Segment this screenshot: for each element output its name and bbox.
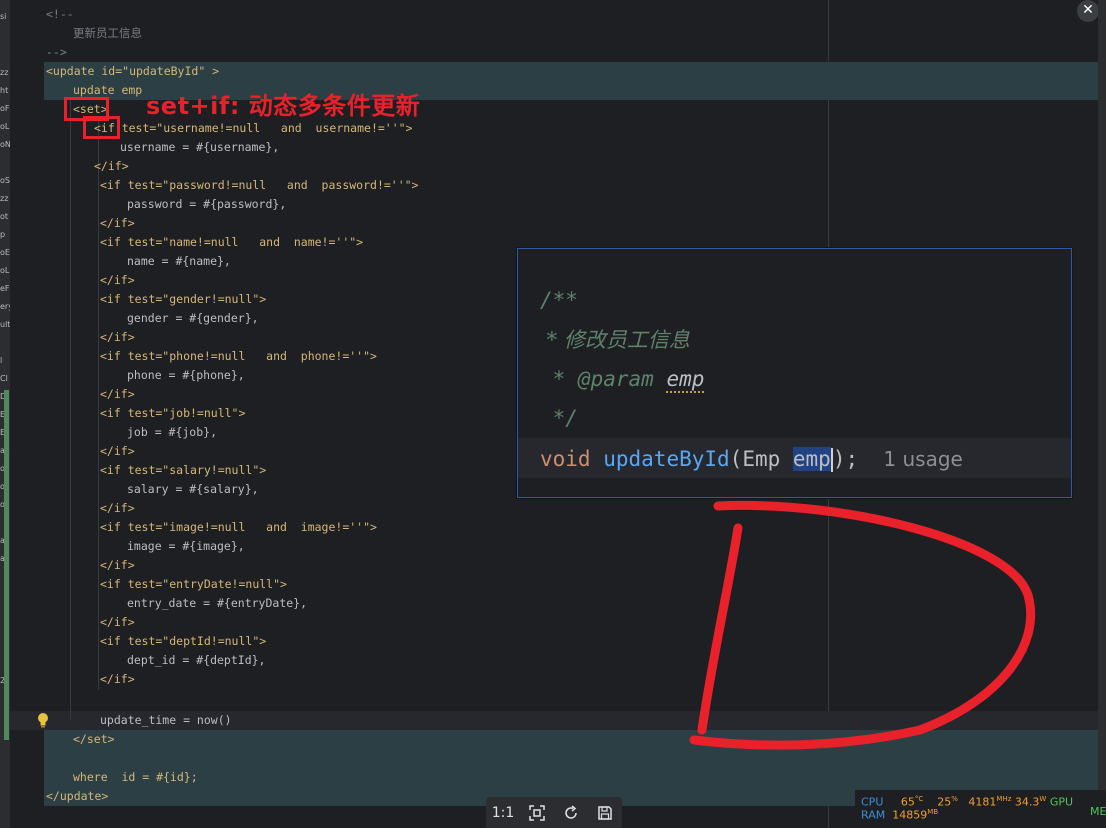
code-line-11: password = #{password},: [127, 197, 287, 211]
fit-screen-icon: [529, 804, 545, 821]
code-line-15: </if>: [100, 273, 135, 287]
code-line-34: <if test="deptId!=null">: [100, 634, 267, 648]
code-line-29: image = #{image},: [127, 539, 245, 553]
indent-guide: [70, 100, 71, 720]
tree-label: Cl: [0, 374, 8, 383]
code-line-1: <!--: [46, 7, 74, 21]
code-line-14: name = #{name},: [127, 254, 231, 268]
actual-size-button[interactable]: 1:1: [490, 800, 516, 826]
save-icon: [598, 805, 612, 820]
code-line-10: <if test="password!=null and password!='…: [100, 178, 419, 192]
save-button[interactable]: [592, 800, 618, 826]
code-line-36: </if>: [100, 672, 135, 686]
tag-match-highlight: [44, 768, 1098, 787]
ram-stats-row: RAM 14859MB: [861, 808, 939, 822]
tag-match-highlight: [44, 749, 1098, 768]
code-line-17: gender = #{gender},: [127, 311, 259, 325]
rotate-button[interactable]: [558, 800, 584, 826]
code-line-42: </update>: [46, 789, 109, 803]
code-line-38: update_time = now(): [100, 713, 232, 727]
tree-label: si: [0, 12, 7, 21]
tree-label: ot: [0, 212, 9, 221]
code-line-18: </if>: [100, 330, 135, 344]
code-line-8: username = #{username},: [120, 140, 280, 154]
close-icon[interactable]: ✕: [1077, 0, 1099, 22]
code-line-9: </if>: [94, 159, 129, 173]
code-line-19: <if test="phone!=null and phone!=''">: [100, 349, 377, 363]
actual-size-label: 1:1: [491, 804, 515, 821]
code-line-20: phone = #{phone},: [127, 368, 245, 382]
tree-label: oL: [0, 266, 10, 275]
usage-hint: 1 usage: [883, 447, 963, 471]
code-line-30: </if>: [100, 558, 135, 572]
doc-comment-close: */: [540, 406, 578, 430]
rotate-icon: [565, 804, 577, 819]
quick-documentation-popup[interactable]: /** * 修改员工信息 * @param emp */ void update…: [517, 248, 1072, 498]
image-viewer-toolbar: 1:1: [486, 797, 622, 828]
code-line-28: <if test="image!=null and image!=''">: [100, 520, 377, 534]
code-line-21: </if>: [100, 387, 135, 401]
tree-label: eF: [0, 284, 10, 293]
code-line-25: <if test="salary!=null">: [100, 463, 267, 477]
tag-match-highlight: [44, 730, 1098, 749]
tree-label: ult: [0, 320, 11, 329]
method-signature: void updateById(Emp emp); 1 usage: [540, 447, 963, 472]
tree-label: oF: [0, 104, 10, 113]
code-line-33: </if>: [100, 615, 135, 629]
code-line-23: job = #{job},: [127, 425, 218, 439]
doc-comment-param: * @param emp: [540, 367, 705, 393]
code-line-32: entry_date = #{entryDate},: [127, 596, 308, 610]
tree-label: ht: [0, 86, 9, 95]
lightbulb-icon[interactable]: [36, 712, 50, 728]
tree-label: oS: [0, 176, 10, 185]
indent-guide: [98, 120, 99, 690]
annotation-label: set+if: 动态多条件更新: [146, 92, 421, 120]
tree-label: zz: [0, 194, 9, 203]
code-line-35: dept_id = #{deptId},: [127, 653, 266, 667]
tree-label: p: [0, 230, 6, 239]
doc-comment-description: * 修改员工信息: [540, 328, 690, 352]
fit-screen-button[interactable]: [524, 800, 550, 826]
code-line-3: -->: [46, 45, 67, 59]
code-line-24: </if>: [100, 444, 135, 458]
code-line-7: <if test="username!=null and username!='…: [94, 121, 413, 135]
code-line-41: where id = #{id};: [73, 770, 198, 784]
tree-label: oL: [0, 122, 10, 131]
tree-label: zz: [0, 68, 9, 77]
code-line-22: <if test="job!=null">: [100, 406, 246, 420]
mem-label: MEM: [1090, 805, 1106, 818]
cpu-stats-row: CPU 65°C 25% 4181MHz 34.3W GPU: [861, 795, 1074, 809]
code-line-4: <update id="updateById" >: [46, 64, 220, 78]
right-tool-strip: [1098, 0, 1106, 828]
code-line-31: <if test="entryDate!=null">: [100, 577, 287, 591]
hardware-monitor-overlay: CPU 65°C 25% 4181MHz 34.3W GPU RAM 14859…: [855, 790, 1106, 828]
doc-comment-open: /**: [540, 288, 578, 312]
code-line-27: </if>: [100, 501, 135, 515]
code-line-12: </if>: [100, 216, 135, 230]
vcs-change-bar: [4, 390, 9, 740]
if-tag-highlight-box: [83, 116, 120, 139]
tree-label: l: [0, 356, 3, 365]
code-line-13: <if test="name!=null and name!=''">: [100, 235, 364, 249]
code-line-16: <if test="gender!=null">: [100, 292, 267, 306]
code-line-39: </set>: [73, 732, 115, 746]
code-line-2: 更新员工信息: [73, 26, 142, 40]
code-line-26: salary = #{salary},: [127, 482, 259, 496]
tree-label: oE: [0, 248, 10, 257]
selected-parameter: emp: [792, 447, 831, 471]
